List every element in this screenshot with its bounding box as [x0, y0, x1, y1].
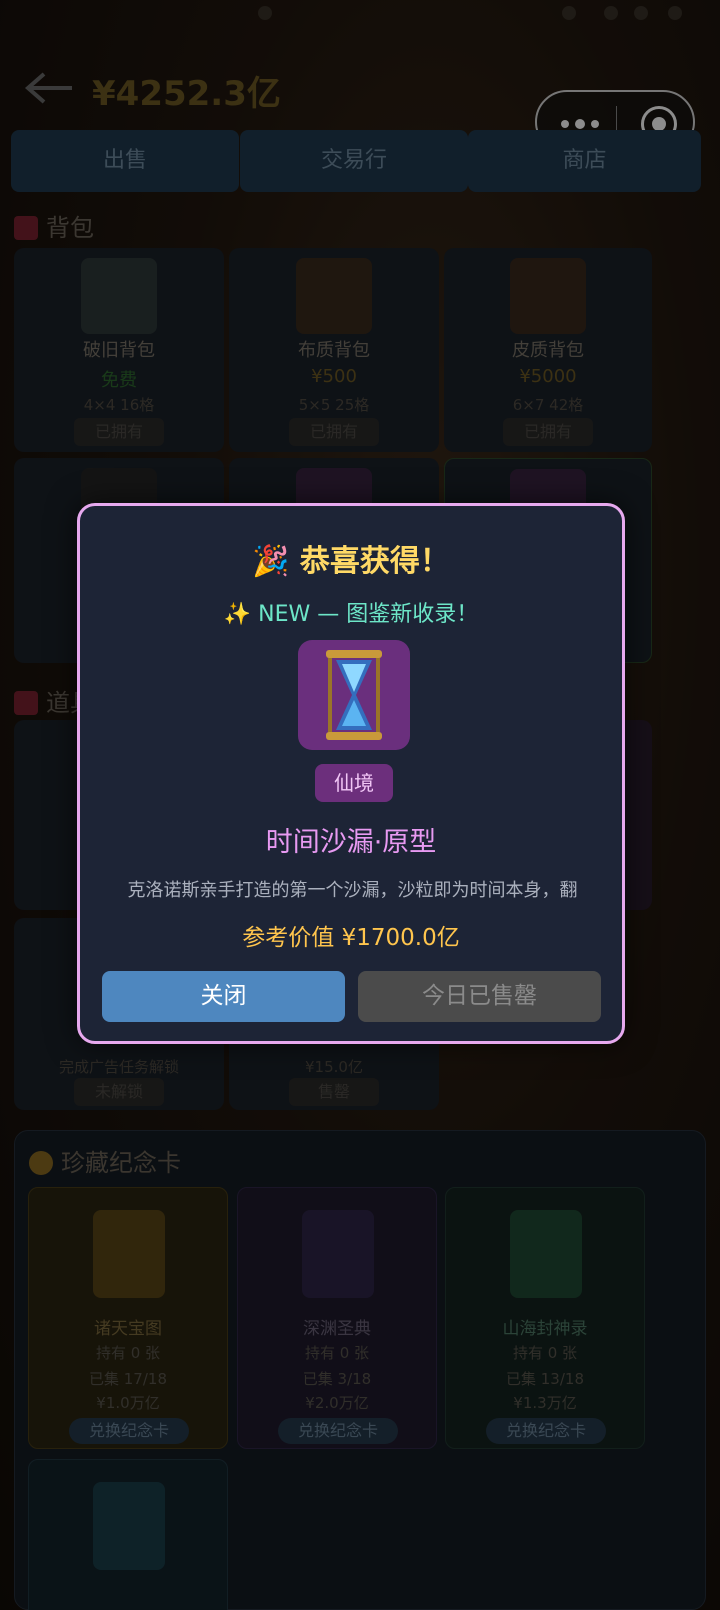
- rarity-badge: 仙境: [315, 764, 393, 802]
- reward-modal: 🎉 恭喜获得！ ✨ NEW — 图鉴新收录！ 仙境 时间沙漏·原型 克洛诺斯亲手…: [77, 503, 625, 1044]
- hourglass-icon: [326, 650, 382, 740]
- close-button[interactable]: 关闭: [102, 971, 345, 1022]
- item-description: 克洛诺斯亲手打造的第一个沙漏，沙粒即为时间本身，翻: [127, 880, 578, 901]
- soldout-button: 今日已售罄: [358, 971, 601, 1022]
- new-collection-label: ✨ NEW — 图鉴新收录！: [223, 602, 479, 627]
- modal-title: 🎉 恭喜获得！: [252, 544, 450, 579]
- item-name: 时间沙漏·原型: [265, 827, 437, 858]
- reference-value: 参考价值 ¥1700.0亿: [242, 925, 460, 951]
- item-image: [298, 640, 410, 750]
